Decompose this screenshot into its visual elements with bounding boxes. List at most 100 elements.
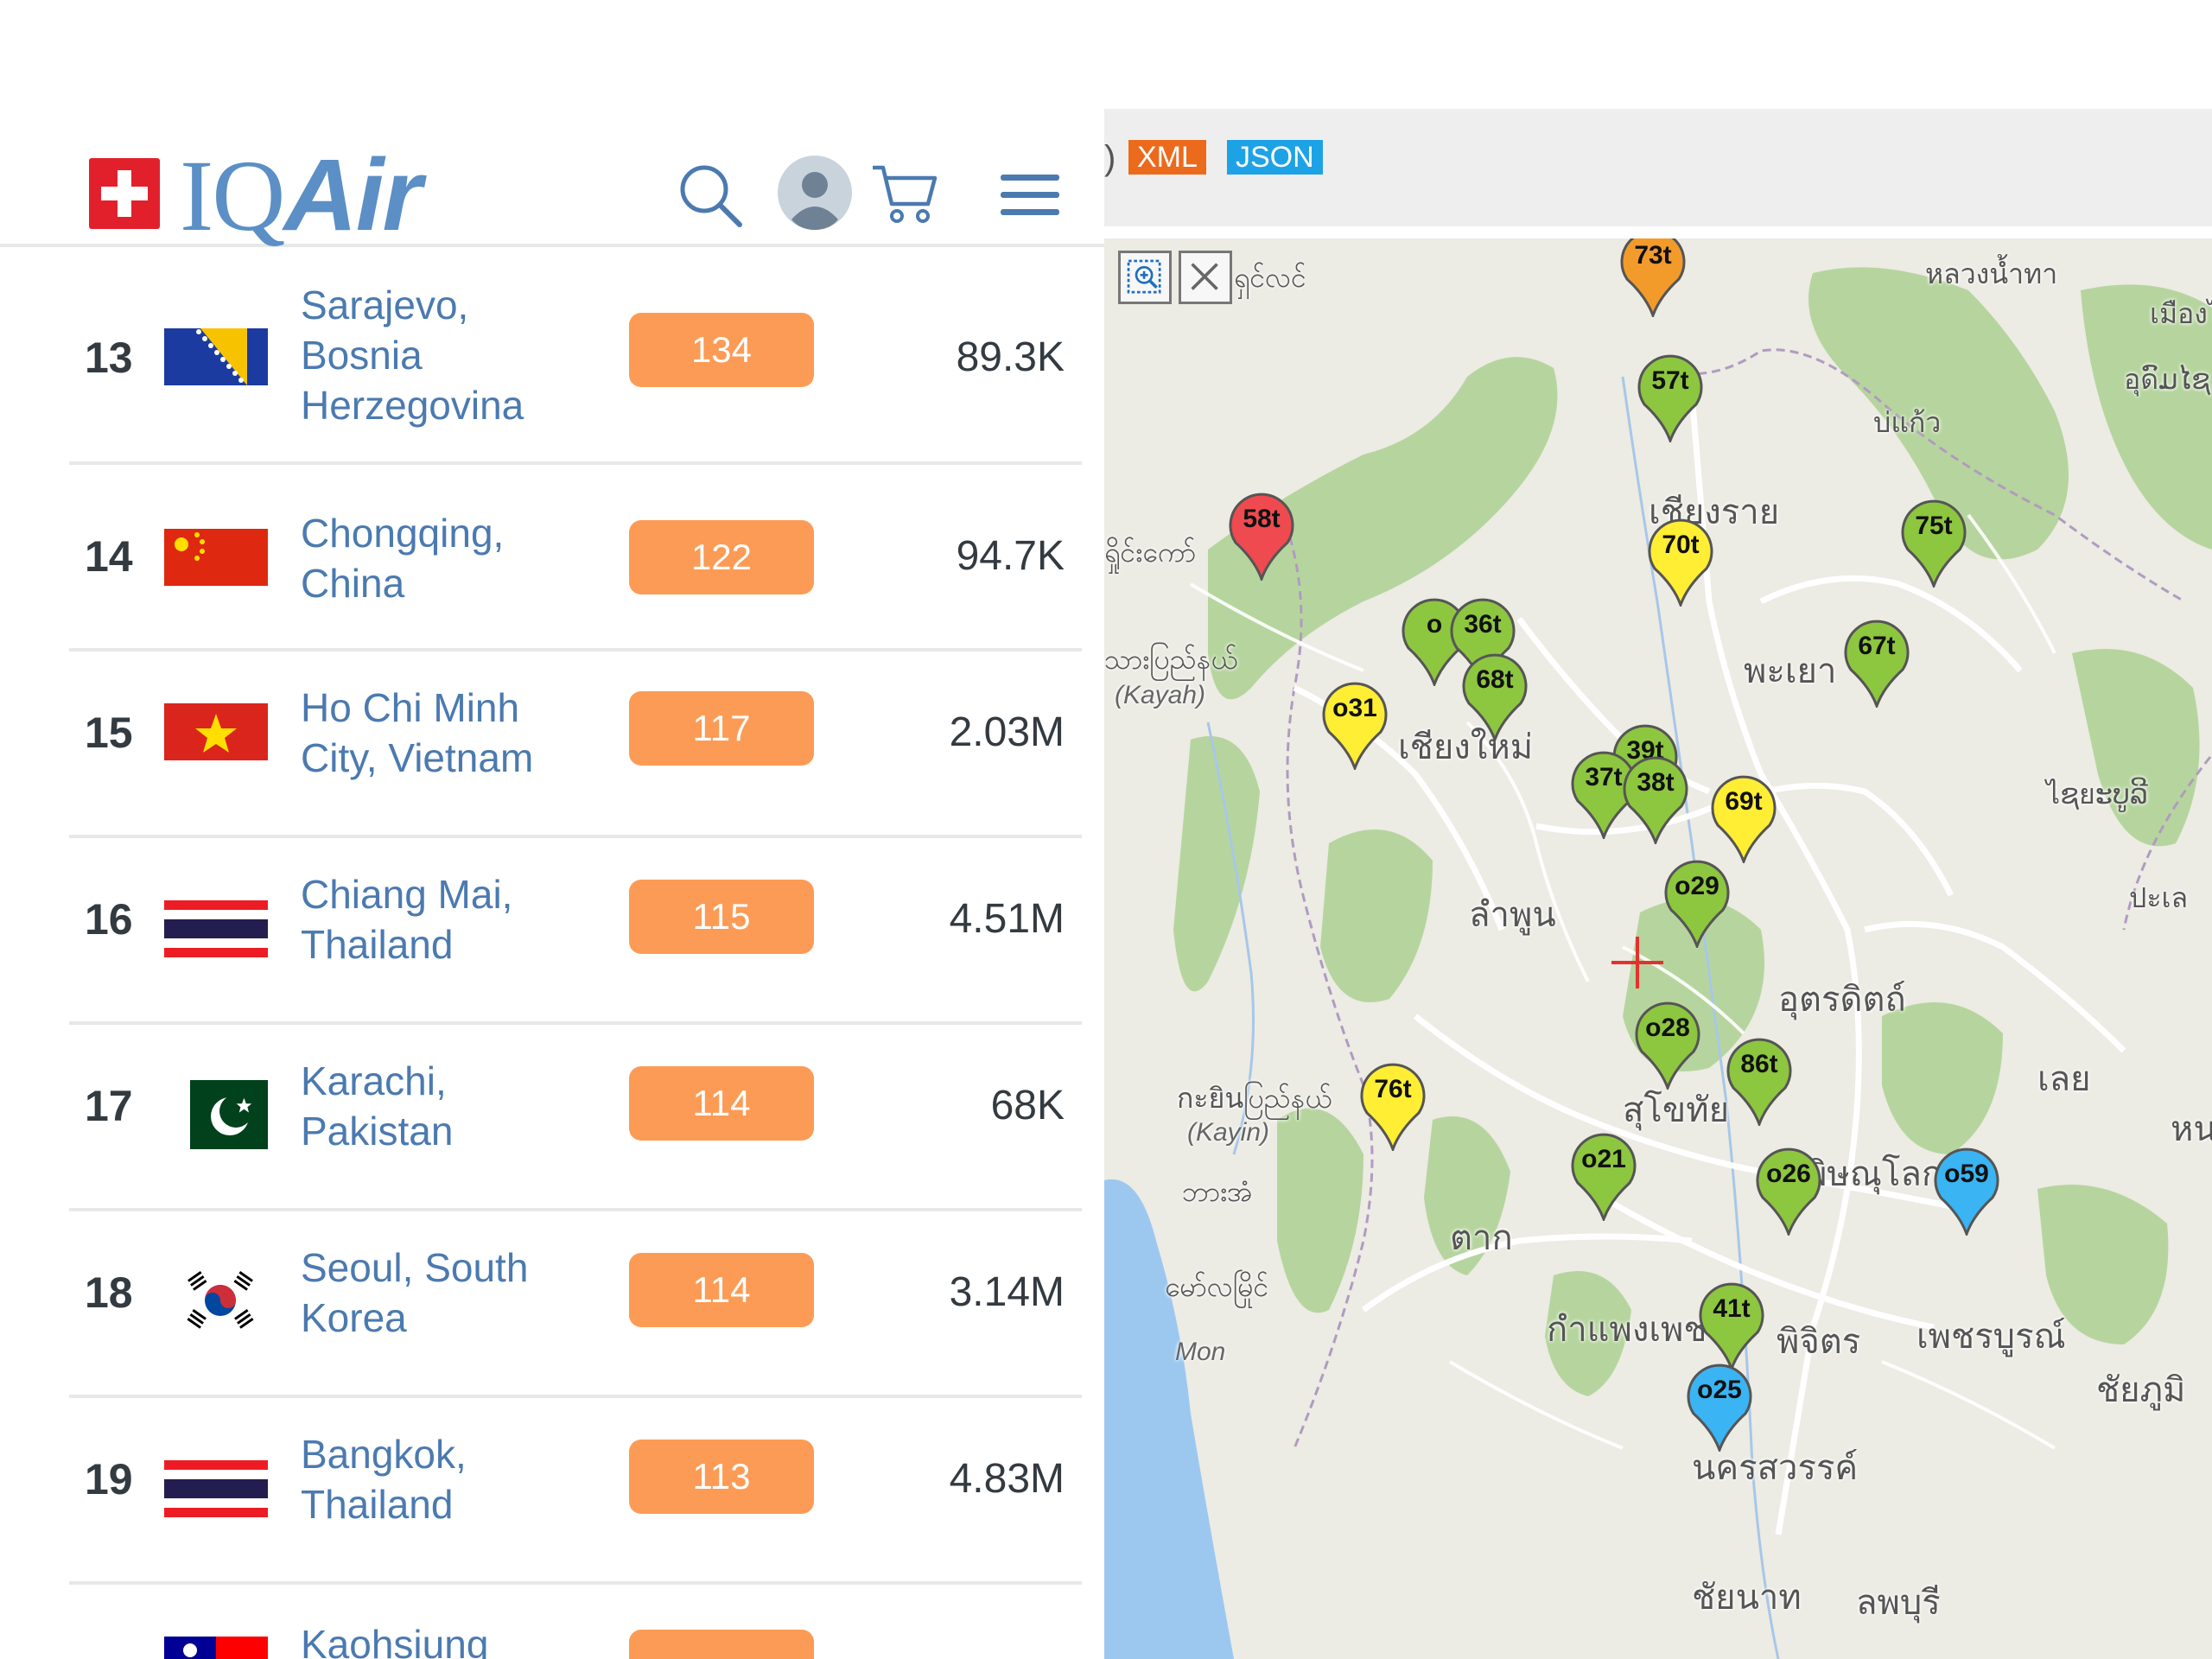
marker-label: 76t [1374, 1075, 1412, 1103]
aqi-badge: 122 [629, 520, 814, 594]
aqi-badge: 117 [629, 691, 814, 766]
marker-label: o29 [1675, 872, 1719, 900]
cart-icon[interactable] [871, 161, 940, 226]
marker-label: o26 [1766, 1160, 1811, 1188]
rank-number: 14 [85, 532, 133, 581]
aqi-station-marker[interactable]: 75t [1897, 498, 1970, 588]
map-label: หลวงน้ำทา [1925, 258, 2058, 289]
pakistan-flag-icon [190, 1080, 268, 1149]
map-label: เพชรบูรณ์ [1916, 1318, 2066, 1356]
map-label: မော်လမြိုင် [1165, 1271, 1269, 1302]
aqi-badge: 114 [629, 1253, 814, 1327]
city-link[interactable]: Chongqing, China [301, 508, 594, 608]
map-label: อุดົມໄຊ [2124, 364, 2211, 395]
map-label: นครสวรรค์ [1692, 1449, 1859, 1487]
followers-count: 2.03M [949, 709, 1065, 755]
marker-label: o28 [1645, 1014, 1690, 1042]
map-toolbar: ) XML JSON [1104, 109, 2212, 226]
marker-label: 67t [1858, 632, 1896, 660]
aqi-badge [629, 1630, 814, 1659]
aqi-station-marker[interactable]: 38t [1619, 754, 1692, 844]
rank-number: 16 [85, 895, 133, 944]
city-link[interactable]: Ho Chi Minh City, Vietnam [301, 683, 594, 783]
close-icon [1191, 263, 1218, 290]
city-link[interactable]: Sarajevo, Bosnia Herzegovina [301, 280, 594, 430]
zoom-box-button[interactable] [1118, 251, 1172, 304]
marker-label: 86t [1740, 1050, 1778, 1078]
rank-number: 19 [85, 1455, 133, 1503]
avatar[interactable] [778, 156, 852, 230]
aqi-station-marker[interactable]: 76t [1357, 1061, 1429, 1151]
south-korea-flag-icon [181, 1262, 259, 1339]
iqair-logo[interactable]: IQAir [180, 135, 422, 256]
aqi-badge: 114 [629, 1066, 814, 1141]
table-row[interactable]: 16 Chiang Mai, Thailand 115 4.51M [69, 838, 1082, 1025]
followers-count: 94.7K [956, 533, 1065, 579]
table-row[interactable]: 14 Chongqing, China 122 94.7K [69, 465, 1082, 652]
air-quality-map[interactable]: หลวงน้ำทา เมืองไซ อุดົມໄຊ บ่แก้ว เชียงรา… [1104, 238, 2212, 1659]
city-link[interactable]: Seoul, South Korea [301, 1243, 594, 1343]
map-label: ลำพูน [1469, 896, 1556, 934]
table-row[interactable]: Kaohsiung [69, 1585, 1082, 1659]
map-label: ลพบุรี [1856, 1584, 1941, 1622]
map-label: ชัยภูมิ [2096, 1371, 2186, 1409]
marker-label: o31 [1332, 694, 1377, 722]
city-link[interactable]: Kaohsiung [301, 1619, 594, 1659]
aqi-station-marker[interactable]: o21 [1567, 1131, 1640, 1221]
map-label: ไຊยະບູລີ [2046, 779, 2148, 810]
map-label: ရှိုင်းကော် [1104, 537, 1197, 568]
ranking-panel: IQAir 13 Sarajevo, Bosnia Herzegovina 13… [0, 0, 1104, 1659]
aqi-station-marker[interactable]: 58t [1225, 491, 1298, 581]
table-row[interactable]: 19 Bangkok, Thailand 113 4.83M [69, 1398, 1082, 1585]
table-row[interactable]: 13 Sarajevo, Bosnia Herzegovina 134 89.3… [69, 251, 1082, 465]
city-link[interactable]: Bangkok, Thailand [301, 1429, 594, 1529]
aqi-station-marker[interactable]: 86t [1723, 1036, 1796, 1126]
china-flag-icon [164, 529, 268, 586]
followers-count: 68K [990, 1083, 1065, 1128]
aqi-station-marker[interactable]: 73t [1617, 238, 1689, 317]
aqi-station-marker[interactable]: 67t [1840, 618, 1913, 708]
aqi-station-marker[interactable]: o26 [1752, 1146, 1825, 1236]
followers-count: 4.51M [949, 896, 1065, 942]
hamburger-menu-icon[interactable] [1001, 173, 1059, 218]
city-link[interactable]: Karachi, Pakistan [301, 1056, 594, 1156]
aqi-station-marker[interactable]: 70t [1644, 517, 1717, 607]
aqi-station-marker[interactable]: 68t [1459, 652, 1531, 741]
aqi-station-marker[interactable]: 69t [1707, 773, 1780, 863]
map-label: ตาก [1450, 1219, 1513, 1257]
marker-label: 36t [1464, 610, 1502, 639]
swiss-flag-logo-icon[interactable] [89, 158, 160, 229]
map-background [1104, 267, 2212, 1659]
close-button[interactable] [1179, 251, 1232, 304]
followers-count: 4.83M [949, 1456, 1065, 1502]
aqi-station-marker[interactable]: o59 [1930, 1146, 2003, 1236]
thailand-flag-icon [164, 1460, 268, 1517]
map-label: ปะเล [2129, 882, 2189, 913]
table-row[interactable]: 18 Seoul, South Korea 114 3.14M [69, 1211, 1082, 1398]
map-label: อุตรดิตถ์ [1778, 981, 1906, 1019]
map-label: เลย [2037, 1060, 2091, 1098]
aqi-station-marker[interactable]: 57t [1634, 353, 1707, 442]
search-icon[interactable] [677, 162, 743, 228]
table-row[interactable]: 17 Karachi, Pakistan 114 68K [69, 1025, 1082, 1211]
aqi-station-marker[interactable]: o31 [1319, 680, 1391, 770]
aqi-station-marker[interactable]: o29 [1661, 858, 1733, 948]
xml-link[interactable]: XML [1128, 140, 1206, 175]
aqi-badge: 115 [629, 880, 814, 954]
map-label: สุโขทัย [1623, 1091, 1730, 1129]
aqi-station-marker[interactable]: 41t [1695, 1281, 1768, 1370]
zoom-icon [1127, 259, 1161, 294]
marker-label: 41t [1713, 1294, 1751, 1323]
marker-label: 75t [1915, 512, 1953, 540]
aqi-station-marker[interactable]: o28 [1631, 1000, 1704, 1090]
map-label: พะเยา [1744, 652, 1837, 690]
city-link[interactable]: Chiang Mai, Thailand [301, 869, 594, 969]
marker-label: o21 [1581, 1145, 1626, 1173]
map-label: ชัยนาท [1692, 1579, 1802, 1617]
bosnia-flag-icon [164, 328, 268, 385]
json-link[interactable]: JSON [1227, 140, 1323, 175]
marker-label: o59 [1944, 1160, 1989, 1188]
map-label: พิจิตร [1777, 1323, 1861, 1361]
aqi-station-marker[interactable]: o25 [1683, 1362, 1756, 1452]
table-row[interactable]: 15 Ho Chi Minh City, Vietnam 117 2.03M [69, 652, 1082, 838]
